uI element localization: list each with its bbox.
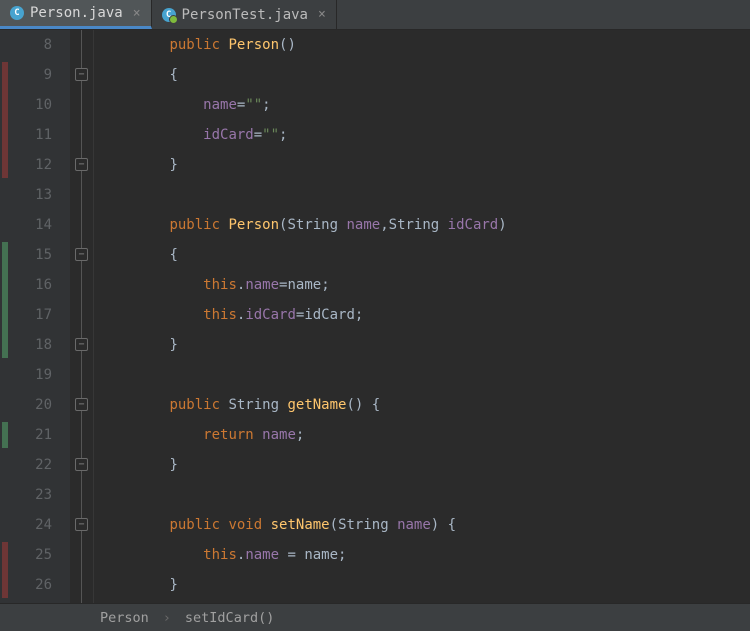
- tab-label: PersonTest.java: [182, 7, 308, 23]
- breadcrumb[interactable]: Person › setIdCard(): [0, 603, 750, 631]
- line-number[interactable]: 16: [10, 270, 52, 300]
- fold-toggle-icon[interactable]: −: [75, 338, 88, 351]
- line-number[interactable]: 15: [10, 240, 52, 270]
- code-line[interactable]: public void setName(String name) {: [102, 510, 750, 540]
- fold-toggle-icon[interactable]: −: [75, 68, 88, 81]
- fold-toggle-icon[interactable]: −: [75, 158, 88, 171]
- code-line[interactable]: [102, 180, 750, 210]
- fold-toggle-icon[interactable]: −: [75, 398, 88, 411]
- chevron-right-icon: ›: [163, 610, 171, 626]
- line-number[interactable]: 20: [10, 390, 52, 420]
- code-line[interactable]: [102, 360, 750, 390]
- fold-toggle-icon[interactable]: −: [75, 518, 88, 531]
- line-number[interactable]: 8: [10, 30, 52, 60]
- code-line[interactable]: this.name=name;: [102, 270, 750, 300]
- editor-tabs: C Person.java × C PersonTest.java ×: [0, 0, 750, 30]
- vcs-red-marker[interactable]: [2, 62, 8, 178]
- line-number[interactable]: 10: [10, 90, 52, 120]
- code-line[interactable]: }: [102, 330, 750, 360]
- breadcrumb-class[interactable]: Person: [100, 610, 149, 626]
- code-line[interactable]: public Person(): [102, 30, 750, 60]
- code-line[interactable]: idCard="";: [102, 120, 750, 150]
- line-number[interactable]: 26: [10, 570, 52, 600]
- line-number[interactable]: 9: [10, 60, 52, 90]
- line-number[interactable]: 23: [10, 480, 52, 510]
- line-number[interactable]: 14: [10, 210, 52, 240]
- fold-column[interactable]: − − − − − − −: [70, 30, 94, 603]
- java-class-icon: C: [10, 6, 24, 20]
- line-number-gutter[interactable]: 891011121314151617181920212223242526: [10, 30, 70, 603]
- code-line[interactable]: [102, 480, 750, 510]
- line-number[interactable]: 17: [10, 300, 52, 330]
- vcs-green-marker[interactable]: [2, 422, 8, 448]
- java-test-class-icon: C: [162, 8, 176, 22]
- code-editor[interactable]: 891011121314151617181920212223242526 −−−…: [0, 30, 750, 603]
- line-number[interactable]: 21: [10, 420, 52, 450]
- close-icon[interactable]: ×: [318, 7, 326, 22]
- vcs-green-marker[interactable]: [2, 242, 8, 358]
- line-number[interactable]: 25: [10, 540, 52, 570]
- vcs-red-marker[interactable]: [2, 542, 8, 598]
- fold-toggle-icon[interactable]: −: [75, 248, 88, 261]
- code-line[interactable]: }: [102, 570, 750, 600]
- code-line[interactable]: {: [102, 60, 750, 90]
- tab-label: Person.java: [30, 5, 123, 21]
- line-number[interactable]: 22: [10, 450, 52, 480]
- close-icon[interactable]: ×: [133, 6, 141, 21]
- code-line[interactable]: return name;: [102, 420, 750, 450]
- line-number[interactable]: 11: [10, 120, 52, 150]
- code-line[interactable]: }: [102, 450, 750, 480]
- line-number[interactable]: 19: [10, 360, 52, 390]
- code-line[interactable]: this.name = name;: [102, 540, 750, 570]
- code-line[interactable]: public String getName() {: [102, 390, 750, 420]
- line-number[interactable]: 12: [10, 150, 52, 180]
- code-line[interactable]: }: [102, 150, 750, 180]
- code-line[interactable]: {: [102, 240, 750, 270]
- fold-toggle-icon[interactable]: −: [75, 458, 88, 471]
- code-line[interactable]: public Person(String name,String idCard): [102, 210, 750, 240]
- code-line[interactable]: name="";: [102, 90, 750, 120]
- tab-person-java[interactable]: C Person.java ×: [0, 0, 152, 29]
- line-number[interactable]: 13: [10, 180, 52, 210]
- code-area[interactable]: public Person() { name=""; idCard=""; } …: [94, 30, 750, 603]
- breadcrumb-method[interactable]: setIdCard(): [185, 610, 274, 626]
- line-number[interactable]: 24: [10, 510, 52, 540]
- tab-persontest-java[interactable]: C PersonTest.java ×: [152, 0, 337, 29]
- line-number[interactable]: 18: [10, 330, 52, 360]
- code-line[interactable]: this.idCard=idCard;: [102, 300, 750, 330]
- vcs-change-markers: [0, 30, 10, 603]
